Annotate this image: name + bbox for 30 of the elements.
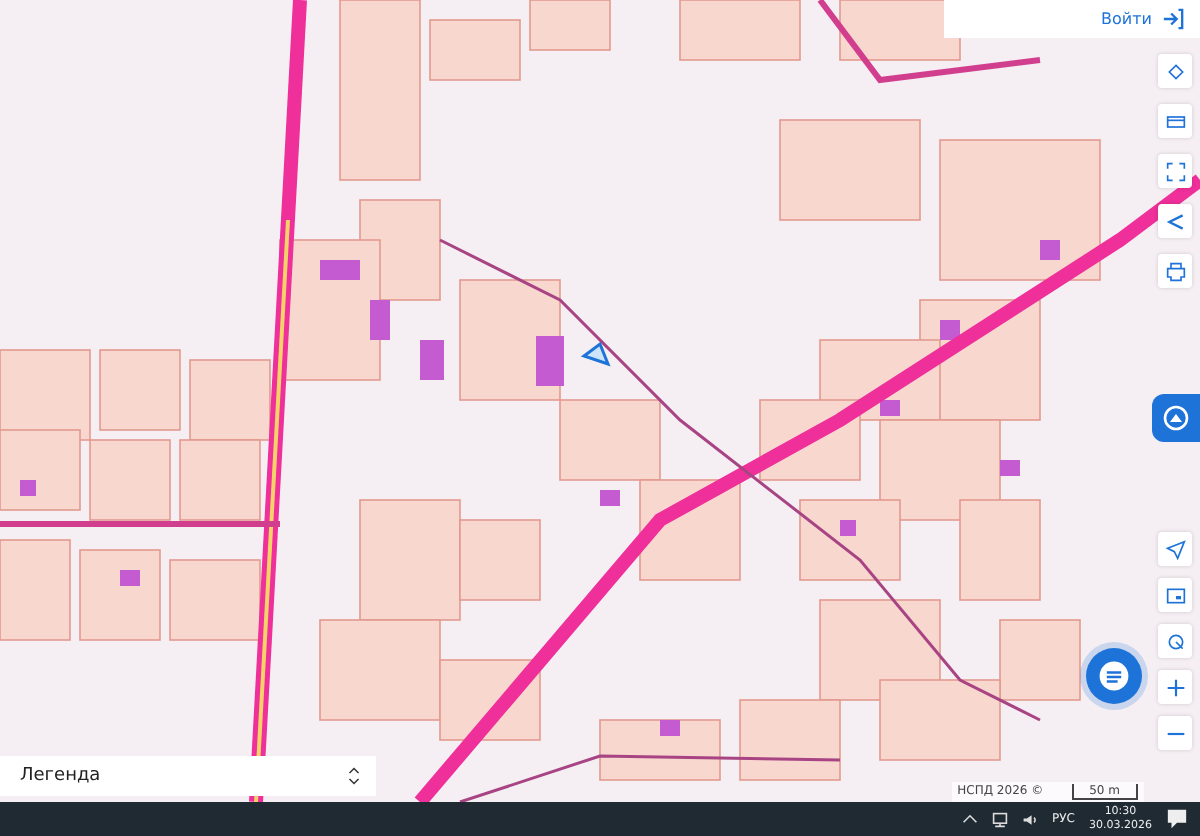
- login-button[interactable]: Войти: [944, 0, 1200, 38]
- locate-button[interactable]: [1158, 532, 1192, 566]
- notification-icon[interactable]: [1166, 808, 1188, 830]
- speaker-icon[interactable]: [1022, 811, 1039, 827]
- picture-in-picture-icon: [1165, 585, 1185, 605]
- share-icon: [1165, 211, 1185, 231]
- fullscreen-button[interactable]: [1158, 154, 1192, 188]
- print-button[interactable]: [1158, 254, 1192, 288]
- login-icon: [1162, 8, 1184, 30]
- navigation-arrow-icon: [1165, 539, 1185, 559]
- side-panel-tab[interactable]: [1152, 394, 1200, 442]
- zoom-in-button[interactable]: [1158, 670, 1192, 704]
- printer-icon: [1165, 261, 1185, 281]
- plus-icon: [1165, 677, 1185, 697]
- map-drawing[interactable]: [0, 0, 1200, 802]
- layers-button[interactable]: [1158, 54, 1192, 88]
- diamond-icon: [1165, 61, 1185, 81]
- chat-lines-icon: [1096, 658, 1132, 694]
- sort-caret-icon: [348, 766, 360, 786]
- map-view-button[interactable]: [1158, 578, 1192, 612]
- legend-dropdown[interactable]: Легенда: [0, 756, 376, 796]
- caret-up-icon[interactable]: [962, 814, 979, 824]
- zoom-out-button[interactable]: [1158, 716, 1192, 750]
- network-icon[interactable]: [992, 811, 1009, 827]
- fullscreen-icon: [1165, 161, 1185, 181]
- magnifier-icon: [1165, 631, 1185, 651]
- share-button[interactable]: [1158, 204, 1192, 238]
- measure-button[interactable]: [1158, 624, 1192, 658]
- card-icon: [1165, 111, 1185, 131]
- panel-button[interactable]: [1158, 104, 1192, 138]
